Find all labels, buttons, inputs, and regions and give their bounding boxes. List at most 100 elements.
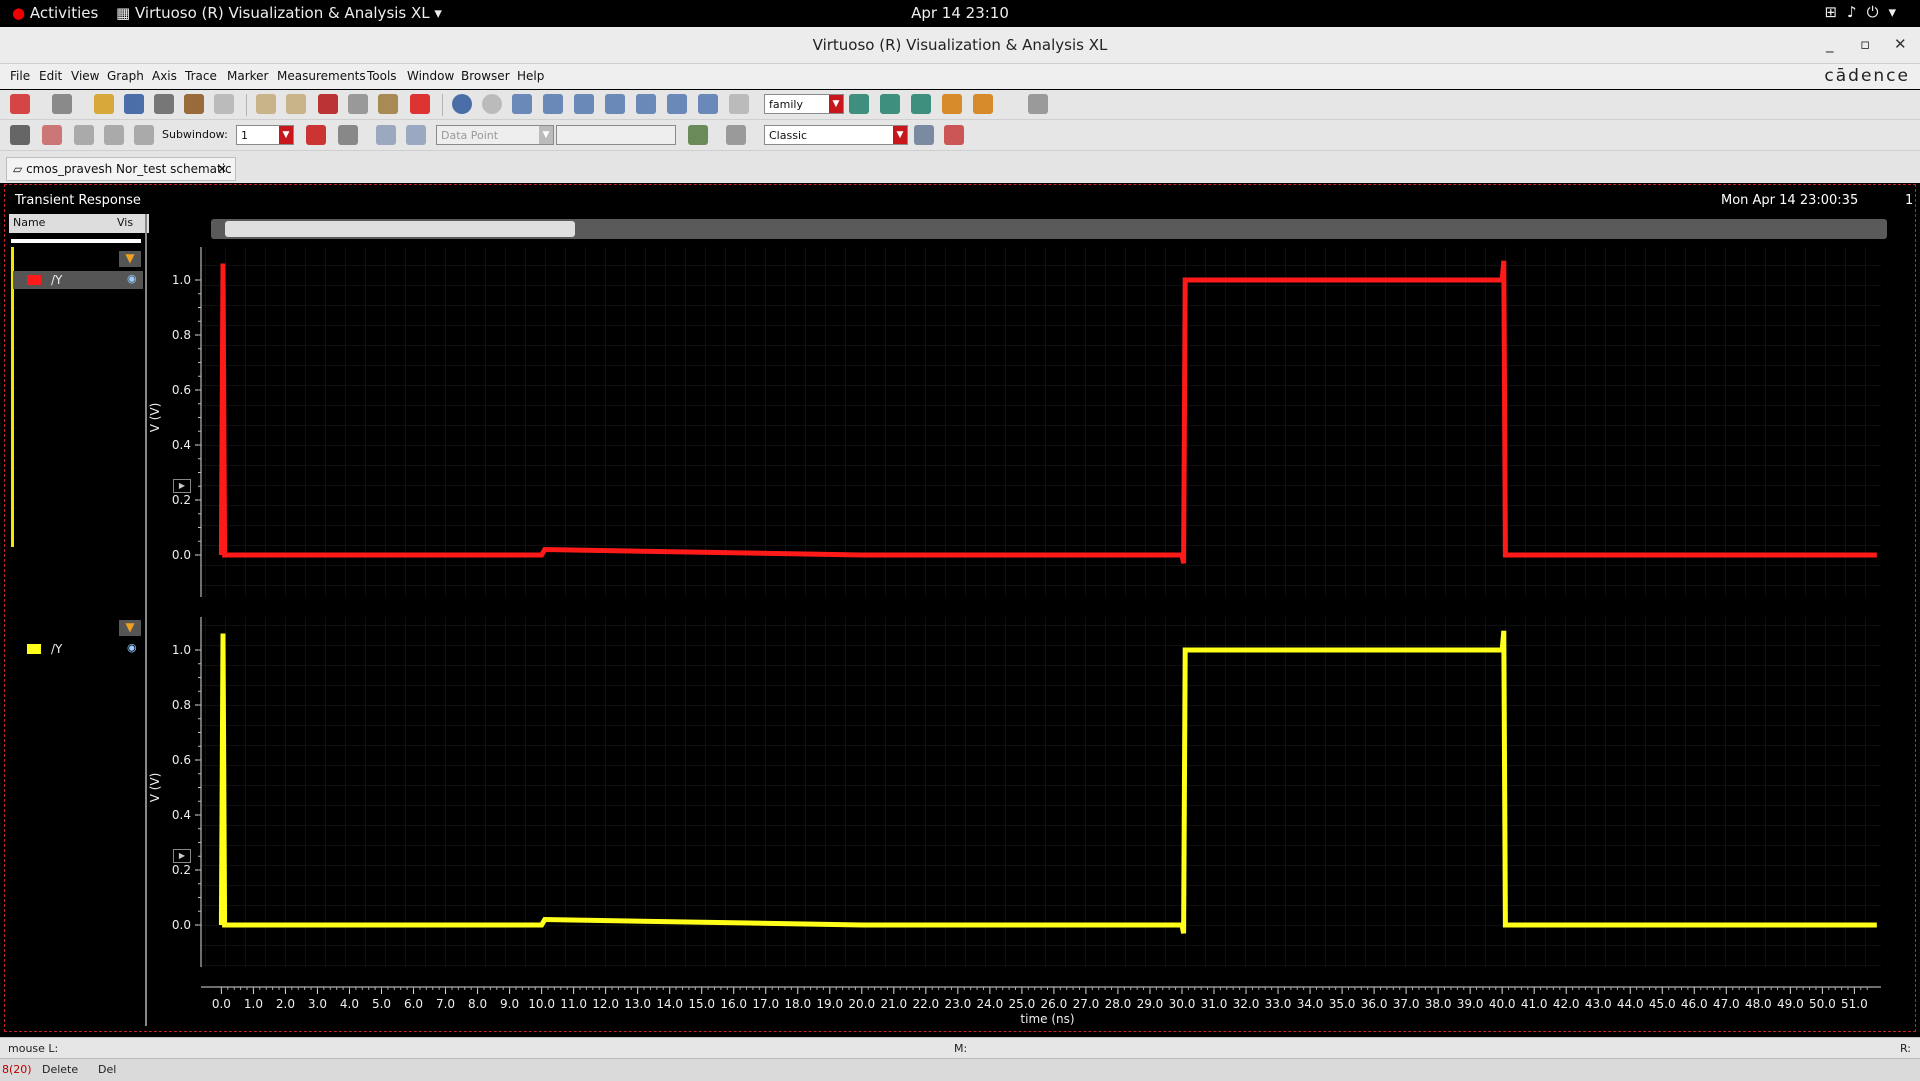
close-icon[interactable]: ✕ xyxy=(217,158,227,180)
x-tick-label: 40.0 xyxy=(1489,997,1516,1011)
menu-trace[interactable]: Trace xyxy=(185,69,217,83)
print-preview-icon[interactable] xyxy=(184,94,204,114)
data-point-combo[interactable]: Data Point ▼ xyxy=(436,125,554,145)
zoom-box-icon[interactable] xyxy=(636,94,656,114)
redo-icon[interactable] xyxy=(286,94,306,114)
eye-icon[interactable]: ◉ xyxy=(127,272,137,285)
x-tick-label: 19.0 xyxy=(816,997,843,1011)
clock[interactable]: Apr 14 23:10 xyxy=(0,4,1920,22)
strip2-expand-icon[interactable]: ▶ xyxy=(173,849,191,863)
x-zoom-scrollbar-thumb[interactable] xyxy=(225,221,575,237)
print-icon[interactable] xyxy=(154,94,174,114)
layout-grid-icon[interactable] xyxy=(134,125,154,145)
zoom-fit-icon[interactable] xyxy=(452,94,472,114)
x-tick-label: 48.0 xyxy=(1745,997,1772,1011)
trace-row-1[interactable]: /Y ◉ xyxy=(13,271,143,289)
calculator-icon[interactable] xyxy=(726,125,746,145)
grid-icon[interactable] xyxy=(1028,94,1048,114)
menu-browser[interactable]: Browser xyxy=(461,69,510,83)
trace-overlay-icon[interactable] xyxy=(849,94,869,114)
layout-columns-icon[interactable] xyxy=(104,125,124,145)
trace-combine-icon[interactable] xyxy=(973,94,993,114)
menu-window[interactable]: Window xyxy=(407,69,454,83)
flag-icon[interactable] xyxy=(306,125,326,145)
zoom-x-icon[interactable] xyxy=(574,94,594,114)
menu-edit[interactable]: Edit xyxy=(39,69,62,83)
main-toolbar: family ▼ xyxy=(0,90,1920,120)
zoom-in-icon[interactable] xyxy=(512,94,532,114)
save-icon[interactable] xyxy=(124,94,144,114)
x-tick-label: 8.0 xyxy=(468,997,487,1011)
menu-marker[interactable]: Marker xyxy=(227,69,268,83)
back-icon[interactable] xyxy=(376,125,396,145)
x-tick-label: 29.0 xyxy=(1137,997,1164,1011)
hand-icon[interactable] xyxy=(42,125,62,145)
style-combo[interactable]: Classic ▼ xyxy=(764,125,908,145)
trace-row-2[interactable]: /Y ◉ xyxy=(13,640,143,658)
copy-icon[interactable] xyxy=(348,94,368,114)
chevron-down-icon: ▼ xyxy=(539,126,553,144)
window-icon[interactable] xyxy=(914,125,934,145)
command-bar: 8(20) Delete Del xyxy=(0,1058,1920,1081)
menu-view[interactable]: View xyxy=(71,69,99,83)
trace-split-icon[interactable] xyxy=(880,94,900,114)
minimize-button[interactable]: _ xyxy=(1826,35,1834,53)
maximize-button[interactable]: ▫ xyxy=(1860,35,1870,53)
x-tick-label: 27.0 xyxy=(1073,997,1100,1011)
export-icon[interactable] xyxy=(214,94,234,114)
menu-axis[interactable]: Axis xyxy=(152,69,177,83)
filter-icon[interactable]: ▼ xyxy=(119,620,141,636)
strip-marker xyxy=(11,247,14,547)
style-combo-value: Classic xyxy=(769,129,808,142)
strip1-expand-icon[interactable]: ▶ xyxy=(173,479,191,493)
cut-icon[interactable] xyxy=(318,94,338,114)
tab-schematic[interactable]: ▱ cmos_pravesh Nor_test schematic ✕ xyxy=(6,157,236,181)
close-button[interactable]: ✕ xyxy=(1894,35,1907,53)
y-tick-label: 0.6 xyxy=(172,753,191,767)
paste-icon[interactable] xyxy=(378,94,398,114)
trace-strip-icon[interactable] xyxy=(942,94,962,114)
x-tick-label: 41.0 xyxy=(1521,997,1548,1011)
pointer-icon[interactable] xyxy=(10,125,30,145)
subwindow-combo[interactable]: 1 ▼ xyxy=(236,125,294,145)
zoom-reset-icon[interactable] xyxy=(482,94,502,114)
filter-icon[interactable]: ▼ xyxy=(119,251,141,267)
layout-rows-icon[interactable] xyxy=(74,125,94,145)
delete-icon[interactable] xyxy=(410,94,430,114)
zoom-out-icon[interactable] xyxy=(543,94,563,114)
new-window-icon[interactable] xyxy=(10,94,30,114)
power-icon: ⏻ xyxy=(1866,3,1889,21)
data-point-value-field[interactable] xyxy=(556,125,676,145)
plot-area[interactable]: 0.0 0.2 0.4 0.6 0.8 1.0 V (V) 0.0 0.2 0.4 0.6 0.8 1.… xyxy=(145,245,1885,1025)
menu-file[interactable]: File xyxy=(10,69,30,83)
trace-filter-field[interactable] xyxy=(11,239,141,243)
trace-stack-icon[interactable] xyxy=(911,94,931,114)
vis-column-header[interactable]: Vis xyxy=(117,216,133,229)
x-tick-label: 42.0 xyxy=(1553,997,1580,1011)
zoom-region-icon[interactable] xyxy=(698,94,718,114)
subwindow-icon[interactable] xyxy=(52,94,72,114)
open-folder-icon[interactable] xyxy=(94,94,114,114)
forward-icon[interactable] xyxy=(406,125,426,145)
pan-icon[interactable] xyxy=(667,94,687,114)
x-tick-label: 4.0 xyxy=(340,997,359,1011)
undo-icon[interactable] xyxy=(256,94,276,114)
eye-icon[interactable]: ◉ xyxy=(127,641,137,654)
menu-tools[interactable]: Tools xyxy=(367,69,397,83)
menu-measurements[interactable]: Measurements xyxy=(277,69,366,83)
x-zoom-scrollbar[interactable] xyxy=(211,219,1887,239)
menu-help[interactable]: Help xyxy=(517,69,544,83)
close-window-icon[interactable] xyxy=(944,125,964,145)
system-tray[interactable]: ⊞♪⏻▾ xyxy=(1824,3,1906,21)
name-column-header[interactable]: Name xyxy=(13,216,45,229)
x-tick-label: 22.0 xyxy=(912,997,939,1011)
zoom-y-icon[interactable] xyxy=(605,94,625,114)
marker-icon[interactable] xyxy=(338,125,358,145)
chevron-down-icon: ▼ xyxy=(893,126,907,144)
histogram-icon[interactable] xyxy=(688,125,708,145)
zoom-previous-icon[interactable] xyxy=(729,94,749,114)
menu-graph[interactable]: Graph xyxy=(107,69,144,83)
window-titlebar: Virtuoso (R) Visualization & Analysis XL… xyxy=(0,27,1920,64)
family-combo[interactable]: family ▼ xyxy=(764,94,844,114)
x-tick-label: 38.0 xyxy=(1425,997,1452,1011)
